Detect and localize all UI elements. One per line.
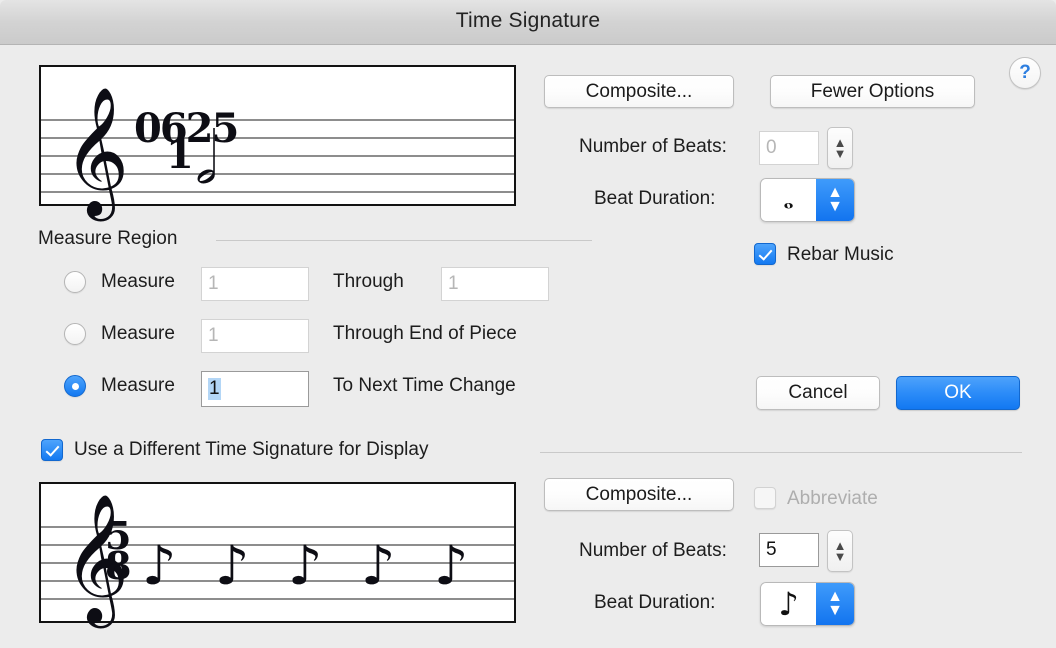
abbreviate-label: Abbreviate (787, 488, 878, 510)
time-signature-denominator: 1 (166, 135, 194, 175)
rebar-music-checkbox[interactable] (754, 243, 776, 265)
measure-region-through-value-1: 1 (448, 273, 459, 295)
number-of-beats-field-top[interactable]: 0 (759, 131, 819, 165)
help-glyph: ? (1019, 62, 1031, 84)
number-of-beats-value-top: 0 (766, 137, 777, 159)
beat-duration-popup-bottom[interactable]: ♪ ▲ ▼ (760, 582, 855, 626)
beat-duration-stepper-bottom[interactable]: ▲ ▼ (816, 583, 854, 625)
measure-region-value-3: 1 (208, 378, 221, 400)
eighth-note-icon: ♪ (215, 539, 249, 593)
number-of-beats-value-bottom: 5 (766, 539, 777, 561)
ok-button[interactable]: OK (896, 376, 1020, 410)
eighth-note-icon: ♪ (778, 585, 798, 623)
eighth-note-icon: ♪ (288, 539, 322, 593)
stepper-down-icon[interactable]: ▼ (827, 200, 843, 214)
beat-duration-popup-top[interactable]: 𝅝 ▲ ▼ (760, 178, 855, 222)
measure-region-radio-3[interactable] (64, 375, 86, 397)
measure-region-title: Measure Region (38, 228, 177, 250)
help-question-icon[interactable]: ? (1009, 57, 1041, 89)
display-time-denominator: 8 (105, 547, 131, 585)
measure-region-divider (216, 240, 592, 241)
number-of-beats-stepper-bottom[interactable]: ▲ ▼ (827, 530, 853, 572)
measure-region-to-next-change-label: To Next Time Change (333, 375, 516, 397)
rebar-music-label: Rebar Music (787, 244, 894, 266)
use-different-display-label: Use a Different Time Signature for Displ… (74, 439, 428, 461)
measure-region-field-1[interactable]: 1 (201, 267, 309, 301)
treble-clef-icon: 𝄞 (63, 95, 129, 207)
measure-region-through-field-1[interactable]: 1 (441, 267, 549, 301)
time-signature-preview-staff: 𝄞 0625 1 𝅗𝅥 (39, 65, 516, 206)
use-different-display-checkbox[interactable] (41, 439, 63, 461)
measure-region-label-1: Measure (101, 271, 175, 293)
beat-duration-label-top: Beat Duration: (594, 188, 715, 210)
eighth-note-icon: ♪ (434, 539, 468, 593)
composite-button-top[interactable]: Composite... (544, 75, 734, 108)
measure-region-label-2: Measure (101, 323, 175, 345)
beat-duration-value-top: 𝅝 (761, 179, 816, 221)
measure-region-through-end-label: Through End of Piece (333, 323, 517, 345)
half-note-icon: 𝅗𝅥 (195, 122, 218, 194)
measure-region-radio-1[interactable] (64, 271, 86, 293)
stepper-down-icon[interactable]: ▼ (827, 604, 843, 618)
measure-region-field-3[interactable]: 1 (201, 371, 309, 407)
beat-duration-label-bottom: Beat Duration: (594, 592, 715, 614)
abbreviate-checkbox[interactable] (754, 487, 776, 509)
window-title: Time Signature (0, 9, 1056, 33)
time-signature-dialog: Time Signature ? 𝄞 0625 1 𝅗𝅥 Composite...… (0, 0, 1056, 648)
number-of-beats-label-top: Number of Beats: (579, 136, 727, 158)
number-of-beats-label-bottom: Number of Beats: (579, 540, 727, 562)
beat-duration-stepper-top[interactable]: ▲ ▼ (816, 179, 854, 221)
number-of-beats-field-bottom[interactable]: 5 (759, 533, 819, 567)
stepper-down-icon[interactable]: ▼ (834, 148, 847, 159)
whole-note-icon: 𝅝 (783, 185, 793, 216)
stepper-down-icon[interactable]: ▼ (834, 551, 847, 562)
display-time-signature-preview-staff: 𝄞 5 8 ♪ ♪ ♪ ♪ ♪ (39, 482, 516, 623)
measure-region-label-3: Measure (101, 375, 175, 397)
measure-region-radio-2[interactable] (64, 323, 86, 345)
eighth-note-icon: ♪ (361, 539, 395, 593)
display-section-divider (540, 452, 1022, 453)
composite-button-bottom[interactable]: Composite... (544, 478, 734, 511)
fewer-options-button[interactable]: Fewer Options (770, 75, 975, 108)
cancel-button[interactable]: Cancel (756, 376, 880, 410)
number-of-beats-stepper-top[interactable]: ▲ ▼ (827, 127, 853, 169)
window-titlebar: Time Signature (0, 0, 1056, 45)
beat-duration-value-bottom: ♪ (761, 583, 816, 625)
eighth-note-icon: ♪ (142, 539, 176, 593)
measure-region-value-2: 1 (208, 325, 219, 347)
measure-region-value-1: 1 (208, 273, 219, 295)
measure-region-field-2[interactable]: 1 (201, 319, 309, 353)
measure-region-through-label-1: Through (333, 271, 404, 293)
